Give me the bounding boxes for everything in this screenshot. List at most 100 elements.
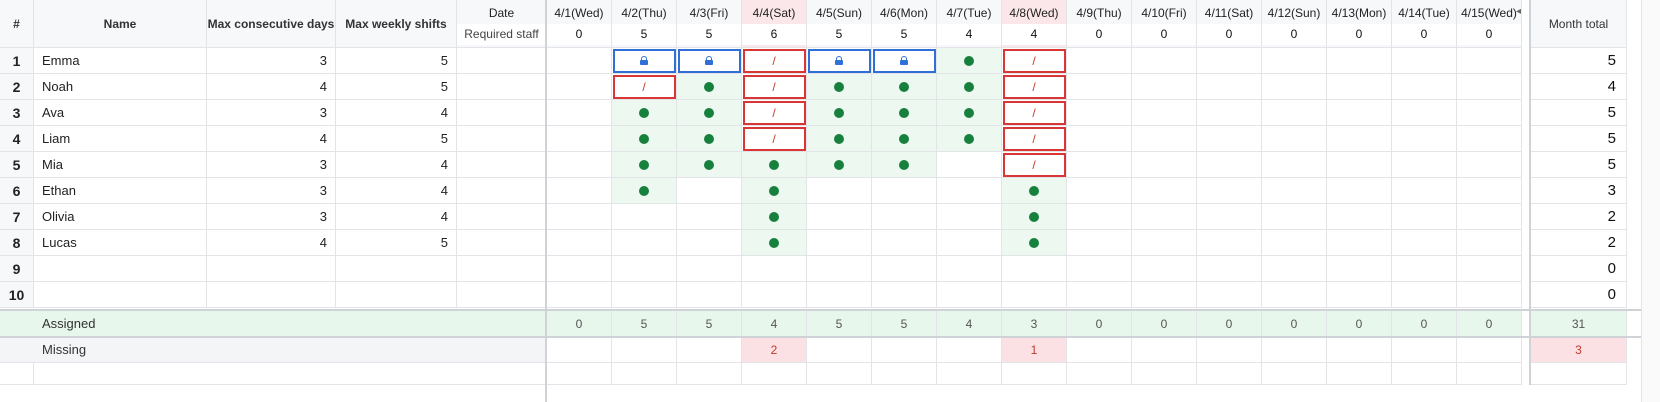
shift-cell[interactable] (1457, 204, 1522, 230)
shift-cell[interactable] (1197, 152, 1262, 178)
shift-cell[interactable] (807, 48, 872, 74)
shift-cell[interactable] (1327, 48, 1392, 74)
max-consecutive-cell[interactable] (207, 256, 336, 282)
shift-cell[interactable] (1002, 256, 1067, 282)
shift-cell[interactable] (872, 100, 937, 126)
shift-cell[interactable] (1067, 282, 1132, 308)
max-consecutive-cell[interactable]: 3 (207, 204, 336, 230)
shift-cell[interactable] (872, 126, 937, 152)
shift-cell[interactable]: / (742, 48, 807, 74)
max-weekly-header[interactable]: Max weekly shifts (336, 0, 457, 48)
shift-cell[interactable] (1327, 178, 1392, 204)
shift-cell[interactable] (1067, 126, 1132, 152)
shift-cell[interactable] (547, 256, 612, 282)
shift-cell[interactable] (547, 282, 612, 308)
shift-cell[interactable] (677, 100, 742, 126)
shift-cell[interactable] (1132, 100, 1197, 126)
date-column-header[interactable]: 4/13(Mon) 0 (1327, 0, 1392, 48)
shift-cell[interactable] (807, 256, 872, 282)
shift-cell[interactable] (872, 152, 937, 178)
shift-cell[interactable] (612, 48, 677, 74)
max-consecutive-cell[interactable]: 3 (207, 100, 336, 126)
shift-cell[interactable] (1392, 74, 1457, 100)
shift-cell[interactable] (1262, 126, 1327, 152)
shift-cell[interactable] (872, 48, 937, 74)
shift-cell[interactable] (1392, 100, 1457, 126)
max-weekly-cell[interactable]: 5 (336, 48, 457, 74)
shift-cell[interactable] (1197, 48, 1262, 74)
required-staff-value[interactable]: 0 (547, 23, 611, 45)
shift-cell[interactable] (1457, 48, 1522, 74)
date-column-header[interactable]: 4/1(Wed) 0 (547, 0, 612, 48)
shift-cell[interactable] (1262, 152, 1327, 178)
shift-cell[interactable] (1392, 152, 1457, 178)
shift-cell[interactable] (1327, 74, 1392, 100)
shift-cell[interactable] (1457, 178, 1522, 204)
required-staff-value[interactable]: 0 (1392, 23, 1456, 45)
shift-cell[interactable] (1132, 48, 1197, 74)
shift-cell[interactable]: / (742, 126, 807, 152)
staff-name-cell[interactable]: Ethan (34, 178, 207, 204)
shift-cell[interactable] (1327, 230, 1392, 256)
scroll-left-icon[interactable]: ◂ (1516, 6, 1521, 17)
shift-cell[interactable] (1132, 126, 1197, 152)
shift-cell[interactable] (612, 204, 677, 230)
shift-cell[interactable]: / (612, 74, 677, 100)
max-weekly-cell[interactable]: 5 (336, 230, 457, 256)
max-consecutive-header[interactable]: Max consecutive days (207, 0, 336, 48)
max-consecutive-cell[interactable]: 4 (207, 126, 336, 152)
shift-cell[interactable] (1262, 204, 1327, 230)
shift-cell[interactable] (1197, 126, 1262, 152)
shift-cell[interactable] (612, 152, 677, 178)
shift-cell[interactable] (1262, 74, 1327, 100)
shift-cell[interactable] (1262, 48, 1327, 74)
shift-cell[interactable] (1067, 230, 1132, 256)
required-staff-value[interactable]: 0 (1197, 23, 1261, 45)
shift-cell[interactable] (937, 152, 1002, 178)
required-staff-value[interactable]: 0 (1262, 23, 1326, 45)
shift-cell[interactable] (937, 126, 1002, 152)
max-consecutive-cell[interactable]: 4 (207, 74, 336, 100)
shift-cell[interactable] (1327, 100, 1392, 126)
shift-cell[interactable]: / (1002, 126, 1067, 152)
shift-cell[interactable] (677, 204, 742, 230)
required-staff-value[interactable]: 0 (1067, 23, 1131, 45)
shift-cell[interactable] (937, 100, 1002, 126)
date-column-header[interactable]: 4/3(Fri) 5 (677, 0, 742, 48)
date-column-header[interactable]: 4/7(Tue) 4 (937, 0, 1002, 48)
shift-cell[interactable] (677, 282, 742, 308)
shift-cell[interactable] (1392, 126, 1457, 152)
shift-cell[interactable] (677, 48, 742, 74)
shift-cell[interactable] (807, 126, 872, 152)
required-staff-value[interactable]: 5 (677, 23, 741, 45)
staff-name-cell[interactable]: Olivia (34, 204, 207, 230)
shift-cell[interactable] (807, 74, 872, 100)
shift-cell[interactable] (1262, 178, 1327, 204)
date-column-header[interactable]: 4/11(Sat) 0 (1197, 0, 1262, 48)
shift-cell[interactable] (1132, 230, 1197, 256)
shift-cell[interactable] (1262, 282, 1327, 308)
date-column-header[interactable]: 4/14(Tue) 0 (1392, 0, 1457, 48)
shift-cell[interactable] (1197, 178, 1262, 204)
shift-cell[interactable] (807, 100, 872, 126)
max-weekly-cell[interactable]: 4 (336, 204, 457, 230)
shift-cell[interactable] (872, 256, 937, 282)
date-column-header[interactable]: 4/4(Sat) 6 (742, 0, 807, 48)
shift-cell[interactable] (547, 152, 612, 178)
max-weekly-cell[interactable] (336, 256, 457, 282)
shift-cell[interactable] (1327, 204, 1392, 230)
shift-cell[interactable] (872, 230, 937, 256)
shift-cell[interactable] (937, 230, 1002, 256)
required-staff-value[interactable]: 0 (1457, 23, 1521, 45)
shift-cell[interactable] (742, 256, 807, 282)
staff-name-cell[interactable] (34, 282, 207, 308)
date-column-header[interactable]: 4/8(Wed) 4 (1002, 0, 1067, 48)
shift-cell[interactable] (1197, 282, 1262, 308)
shift-cell[interactable] (547, 126, 612, 152)
vertical-scrollbar[interactable] (1641, 0, 1660, 402)
shift-cell[interactable] (1132, 152, 1197, 178)
shift-cell[interactable] (807, 178, 872, 204)
shift-cell[interactable]: / (742, 74, 807, 100)
required-staff-value[interactable]: 5 (872, 23, 936, 45)
shift-cell[interactable] (1392, 178, 1457, 204)
